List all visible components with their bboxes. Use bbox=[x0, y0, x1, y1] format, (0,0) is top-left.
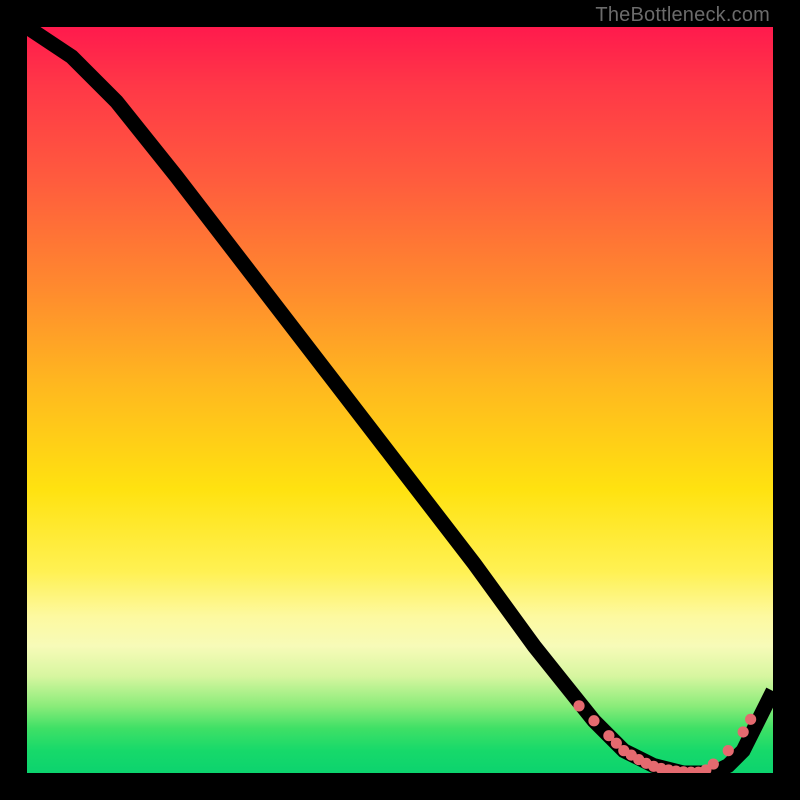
data-marker bbox=[723, 745, 734, 756]
data-marker bbox=[708, 758, 719, 769]
bottleneck-curve bbox=[27, 27, 773, 773]
data-marker bbox=[573, 700, 584, 711]
attribution-text: TheBottleneck.com bbox=[595, 4, 770, 27]
data-marker bbox=[745, 714, 756, 725]
data-marker bbox=[738, 726, 749, 737]
curve-overlay bbox=[27, 27, 773, 773]
chart-frame: TheBottleneck.com bbox=[0, 0, 800, 800]
data-marker bbox=[588, 715, 599, 726]
heatmap-plot-area bbox=[27, 27, 773, 773]
